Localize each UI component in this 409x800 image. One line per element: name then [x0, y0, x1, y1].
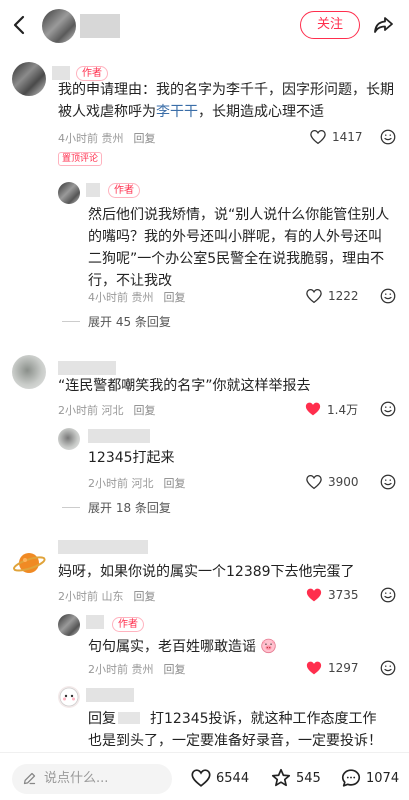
reply-text[interactable]: 回复 打12345投诉，就这种工作态度工作也是到头了，一定要准备好录音，一定要投诉… [88, 708, 388, 752]
like-button[interactable]: 3735 [305, 586, 359, 604]
comment-input[interactable]: 说点什么... [12, 764, 172, 794]
avatar[interactable] [58, 686, 80, 708]
comment-text-part: ，长期造成心理不适 [198, 104, 324, 120]
reply-time: 2小时前 河北 [88, 477, 154, 490]
reply-button[interactable]: 回复 [164, 663, 186, 676]
reply-text-content: 句句属实，老百姓哪敢造谣 [88, 639, 256, 655]
heart-icon [310, 129, 326, 145]
avatar[interactable] [12, 546, 46, 580]
heart-icon [306, 474, 322, 490]
expand-replies-button[interactable]: 展开 18 条回复 [62, 499, 171, 516]
reply-button[interactable]: 回复 [164, 291, 186, 304]
reply-prefix: 回复 [88, 711, 116, 727]
avatar[interactable] [58, 614, 80, 636]
heart-filled-icon [306, 661, 322, 675]
like-button[interactable]: 1417 [309, 128, 363, 146]
comment-text[interactable]: 妈呀，如果你说的属实一个12389下去他完蛋了 [58, 561, 398, 583]
comment-time: 2小时前 山东 [58, 590, 124, 603]
highlighted-name: 李干干 [156, 104, 198, 120]
username-blurred[interactable] [88, 429, 150, 443]
heart-filled-icon [306, 588, 322, 602]
reply-time: 4小时前 贵州 [88, 291, 154, 304]
comment-meta: 2小时前 山东 回复 [58, 588, 156, 604]
avatar[interactable] [58, 182, 80, 204]
bottom-bar: 说点什么... 6544 545 1074 [0, 752, 409, 800]
reply-meta: 2小时前 河北 回复 [88, 475, 186, 491]
follow-button[interactable]: 关注 [300, 11, 360, 39]
comment-count: 1074 [366, 770, 400, 786]
comment-icon[interactable] [379, 473, 397, 491]
favorite-button[interactable]: 545 [270, 767, 321, 789]
comment-icon[interactable] [379, 659, 397, 677]
reply-button[interactable]: 回复 [134, 132, 156, 145]
like-count: 1297 [328, 661, 359, 675]
heart-icon [191, 769, 211, 787]
back-icon[interactable] [8, 13, 32, 37]
heart-icon [306, 288, 322, 304]
reply-button[interactable]: 回复 [134, 590, 156, 603]
favorite-count: 545 [296, 770, 321, 786]
like-count: 1417 [332, 130, 363, 144]
reply-text[interactable]: 然后他们说我矫情，说“别人说什么你能管住别人的嘴吗？我的外号还叫小胖呢，有的人外… [88, 204, 393, 292]
reply-text[interactable]: 句句属实，老百姓哪敢造谣 [88, 636, 388, 658]
top-bar: 关注 [0, 0, 409, 52]
reply-meta: 4小时前 贵州 回复 [88, 289, 186, 305]
username-blurred[interactable] [58, 540, 148, 554]
avatar[interactable] [58, 428, 80, 450]
comment-bubble-icon [341, 769, 361, 787]
expand-replies-button[interactable]: 展开 45 条回复 [62, 313, 171, 330]
comment-time: 2小时前 河北 [58, 404, 124, 417]
like-post-button[interactable]: 6544 [190, 767, 249, 789]
pencil-icon [23, 772, 36, 785]
username-blurred[interactable] [86, 615, 104, 629]
author-tag: 作者 [112, 617, 144, 632]
comment-meta: 2小时前 河北 回复 [58, 402, 156, 418]
author-tag: 作者 [108, 183, 140, 198]
comment-icon[interactable] [379, 128, 397, 146]
reply-meta: 2小时前 贵州 回复 [88, 661, 186, 677]
avatar[interactable] [12, 355, 46, 389]
avatar[interactable] [12, 62, 46, 96]
share-icon[interactable] [372, 13, 396, 37]
reply-target-blurred[interactable] [118, 712, 140, 724]
comment-time: 4小时前 贵州 [58, 132, 124, 145]
like-button[interactable]: 3900 [305, 473, 359, 491]
like-count: 1222 [328, 289, 359, 303]
author-avatar[interactable] [42, 9, 76, 43]
comment-input-placeholder: 说点什么... [44, 771, 109, 786]
cartoon-avatar-icon [59, 687, 79, 707]
like-button[interactable]: 1222 [305, 287, 359, 305]
reply-time: 2小时前 贵州 [88, 663, 154, 676]
comment-icon[interactable] [379, 586, 397, 604]
reply-button[interactable]: 回复 [134, 404, 156, 417]
pig-emoji-icon [261, 638, 277, 654]
username-blurred[interactable] [58, 361, 116, 375]
heart-filled-icon [305, 402, 321, 416]
comment-icon[interactable] [379, 287, 397, 305]
like-button[interactable]: 1.4万 [304, 400, 358, 418]
post-like-count: 6544 [216, 770, 250, 786]
planet-icon [13, 553, 46, 573]
like-count: 3735 [328, 588, 359, 602]
comment-icon[interactable] [379, 400, 397, 418]
reply-button[interactable]: 回复 [164, 477, 186, 490]
comments-button[interactable]: 1074 [340, 767, 399, 789]
username-blurred[interactable] [86, 183, 100, 197]
pinned-badge: 置顶评论 [58, 152, 103, 166]
like-button[interactable]: 1297 [305, 659, 359, 677]
comment-meta: 4小时前 贵州 回复 [58, 130, 156, 146]
author-name-blurred[interactable] [80, 14, 120, 38]
reply-text[interactable]: 12345打起来 [88, 447, 388, 469]
username-blurred[interactable] [86, 688, 134, 702]
star-icon [271, 768, 291, 787]
username-blurred[interactable] [52, 66, 70, 80]
comment-text[interactable]: 我的申请理由：我的名字为李千千，因字形问题，长期被人戏虐称呼为李干干，长期造成心… [58, 79, 398, 123]
like-count: 3900 [328, 475, 359, 489]
comment-text[interactable]: “连民警都嘲笑我的名字”你就这样举报去 [58, 375, 398, 397]
like-count: 1.4万 [327, 402, 359, 417]
